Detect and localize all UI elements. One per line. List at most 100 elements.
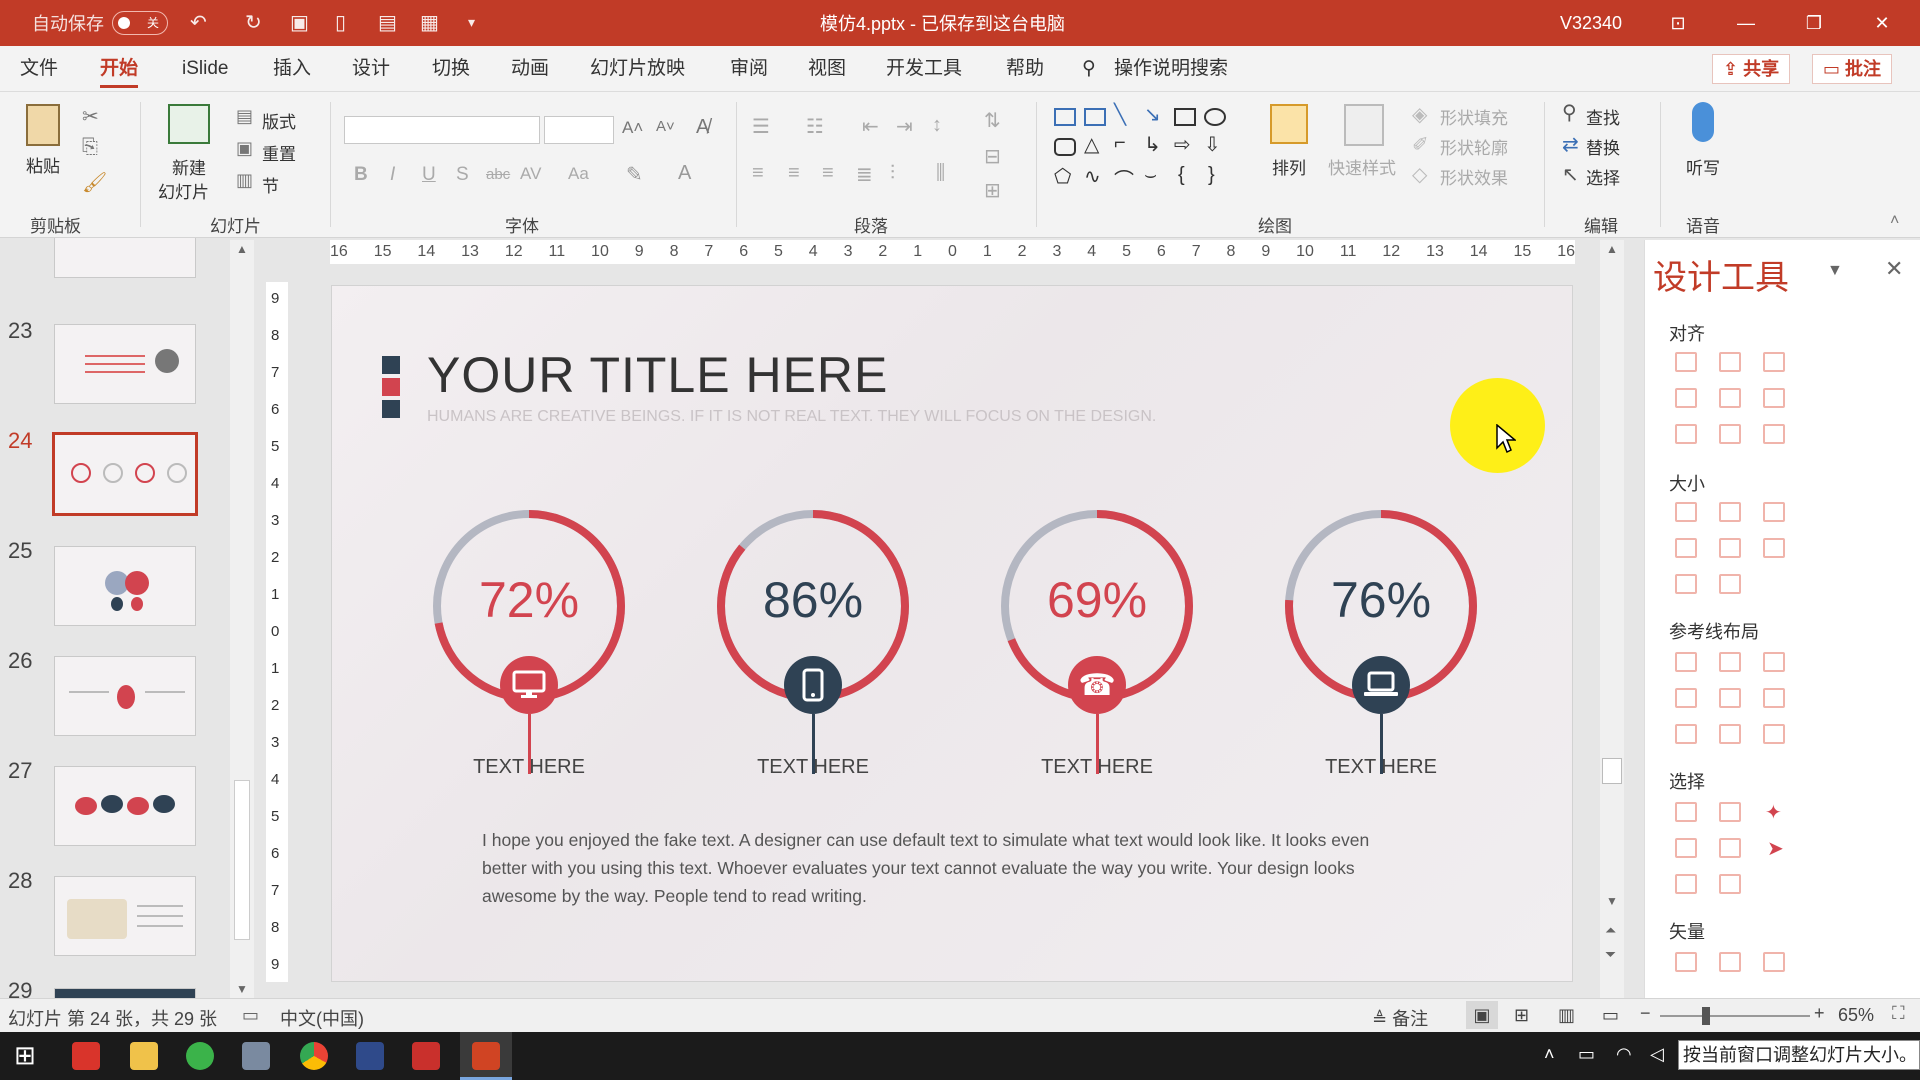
align-bottom-tool-icon[interactable] [1763, 388, 1785, 408]
swap-size-tool-icon[interactable] [1763, 538, 1785, 558]
right-arrow-shape-icon[interactable]: ⇨ [1174, 132, 1191, 157]
share-button[interactable]: ⇪ 共享 [1712, 54, 1791, 84]
vector-intersect-tool-icon[interactable] [1763, 952, 1785, 972]
elbow-arrow-shape-icon[interactable]: ↳ [1144, 132, 1161, 157]
file-explorer-icon[interactable] [130, 1042, 158, 1070]
reading-view-icon[interactable]: ▥ [1558, 1005, 1575, 1026]
change-case-button[interactable]: Aa [568, 164, 589, 184]
app-c-icon[interactable] [72, 1042, 100, 1070]
windows-start-icon[interactable]: ⊞ [14, 1040, 36, 1071]
vector-combine-tool-icon[interactable] [1719, 952, 1741, 972]
ribbon-display-icon[interactable]: ⊡ [1648, 0, 1708, 46]
remote-desktop-icon[interactable] [242, 1042, 270, 1070]
select-inverse-tool-icon[interactable] [1675, 838, 1697, 858]
tab-slideshow[interactable]: 幻灯片放映 [590, 46, 685, 92]
select-group-tool-icon[interactable] [1719, 838, 1741, 858]
rectangle-shape-icon[interactable] [1174, 108, 1196, 126]
align-left-icon[interactable]: ≡ [752, 162, 764, 185]
elbow-shape-icon[interactable]: ⌐ [1114, 132, 1126, 155]
fit-width-tool-icon[interactable] [1675, 538, 1697, 558]
tab-view[interactable]: 视图 [808, 46, 846, 92]
oval-shape-icon[interactable] [1204, 108, 1226, 126]
minimize-icon[interactable]: — [1716, 0, 1776, 46]
slide-canvas[interactable]: YOUR TITLE HERE HUMANS ARE CREATIVE BEIN… [331, 285, 1573, 982]
scroll-up-icon[interactable]: ▲ [236, 242, 248, 256]
new-file-icon[interactable]: ▯ [335, 10, 346, 35]
layout-button[interactable]: 版式 [262, 108, 296, 133]
shadow-button[interactable]: S [456, 164, 469, 186]
zoom-slider[interactable] [1660, 1015, 1810, 1017]
font-color-icon[interactable]: A [678, 162, 691, 185]
thumbnails-scrollbar[interactable]: ▲ ▼ [230, 240, 254, 1000]
tab-review[interactable]: 审阅 [730, 46, 768, 92]
font-name-input[interactable] [344, 116, 540, 144]
bold-button[interactable]: B [354, 164, 368, 186]
guide-columns-tool-icon[interactable] [1719, 724, 1741, 744]
redo-icon[interactable]: ↻ [245, 10, 262, 35]
guide-center-tool-icon[interactable] [1719, 652, 1741, 672]
tray-chevron-icon[interactable]: ˄ [1544, 1044, 1555, 1065]
find-button[interactable]: 查找 [1586, 104, 1620, 129]
align-right-icon[interactable]: ≡ [822, 162, 834, 185]
select-layer-tool-icon[interactable] [1719, 874, 1741, 894]
increase-font-icon[interactable]: A˄ [622, 118, 643, 138]
save-icon[interactable]: ▦ [420, 10, 439, 35]
tab-islide[interactable]: iSlide [182, 46, 228, 92]
reset-button[interactable]: 重置 [262, 140, 296, 165]
align-left-tool-icon[interactable] [1675, 352, 1697, 372]
align-right-tool-icon[interactable] [1763, 352, 1785, 372]
battery-icon[interactable]: ▭ [1578, 1044, 1595, 1065]
guide-grid-tool-icon[interactable] [1675, 724, 1697, 744]
justify-icon[interactable]: ≣ [856, 162, 873, 187]
pane-close-icon[interactable]: ✕ [1885, 256, 1903, 282]
guide-left-tool-icon[interactable] [1675, 652, 1697, 672]
shape-fill-button[interactable]: 形状填充 [1440, 104, 1508, 129]
guide-middle-tool-icon[interactable] [1719, 688, 1741, 708]
underline-button[interactable]: U [422, 164, 436, 186]
wifi-icon[interactable]: ◠ [1616, 1044, 1632, 1065]
volume-icon[interactable]: ◁ [1650, 1044, 1664, 1065]
guide-bottom-tool-icon[interactable] [1763, 688, 1785, 708]
text-direction-icon[interactable]: ⇅ [984, 108, 1001, 133]
autosave-switch[interactable]: 关 [112, 11, 168, 35]
align-center-tool-icon[interactable] [1719, 352, 1741, 372]
item-label-3[interactable]: TEXT HERE [997, 756, 1197, 779]
guide-top-tool-icon[interactable] [1675, 688, 1697, 708]
normal-view-icon[interactable]: ▣ [1466, 1001, 1498, 1029]
restore-icon[interactable]: ❐ [1784, 0, 1844, 46]
shape-outline-button[interactable]: 形状轮廓 [1440, 134, 1508, 159]
slide-thumbnail-25[interactable] [54, 546, 196, 626]
present-icon[interactable]: ▣ [290, 10, 309, 35]
distribute-h-tool-icon[interactable] [1675, 424, 1697, 444]
decrease-indent-icon[interactable]: ⇤ [862, 114, 879, 139]
select-same-tool-icon[interactable] [1675, 802, 1697, 822]
down-arrow-shape-icon[interactable]: ⇩ [1204, 132, 1221, 157]
scrollbar-thumb[interactable] [1602, 758, 1622, 784]
zoom-level[interactable]: 65% [1838, 1005, 1874, 1026]
zoom-out-icon[interactable]: − [1640, 1003, 1651, 1024]
item-label-2[interactable]: TEXT HERE [713, 756, 913, 779]
fit-slide-icon[interactable]: ⛶ [1892, 1003, 1905, 1024]
arc-shape-icon[interactable]: ⌒ [1114, 164, 1134, 193]
slide-thumbnail-27[interactable] [54, 766, 196, 846]
item-label-1[interactable]: TEXT HERE [429, 756, 629, 779]
copy-icon[interactable]: ⎘ [82, 136, 98, 159]
vector-union-tool-icon[interactable] [1675, 952, 1697, 972]
distribute-v-tool-icon[interactable] [1719, 424, 1741, 444]
guide-matrix-tool-icon[interactable] [1763, 724, 1785, 744]
slide-body-text[interactable]: I hope you enjoyed the fake text. A desi… [482, 826, 1412, 910]
replace-button[interactable]: 替换 [1586, 134, 1620, 159]
tab-animations[interactable]: 动画 [511, 46, 549, 92]
slide-thumbnail[interactable] [54, 238, 196, 278]
magic-wand-icon[interactable]: ✦ [1765, 800, 1782, 825]
scroll-down-icon[interactable]: ▼ [236, 982, 248, 996]
align-middle-tool-icon[interactable] [1719, 388, 1741, 408]
bullets-icon[interactable]: ☰ [752, 114, 770, 139]
same-size-tool-icon[interactable] [1763, 502, 1785, 522]
format-painter-icon[interactable]: 🖌 [82, 170, 107, 195]
close-icon[interactable]: ✕ [1852, 0, 1912, 46]
scroll-up-icon[interactable]: ▲ [1606, 242, 1618, 256]
slide-sorter-icon[interactable]: ⊞ [1514, 1005, 1529, 1026]
zoom-in-icon[interactable]: + [1814, 1003, 1825, 1024]
search-icon[interactable]: ⚲ [1082, 46, 1096, 92]
